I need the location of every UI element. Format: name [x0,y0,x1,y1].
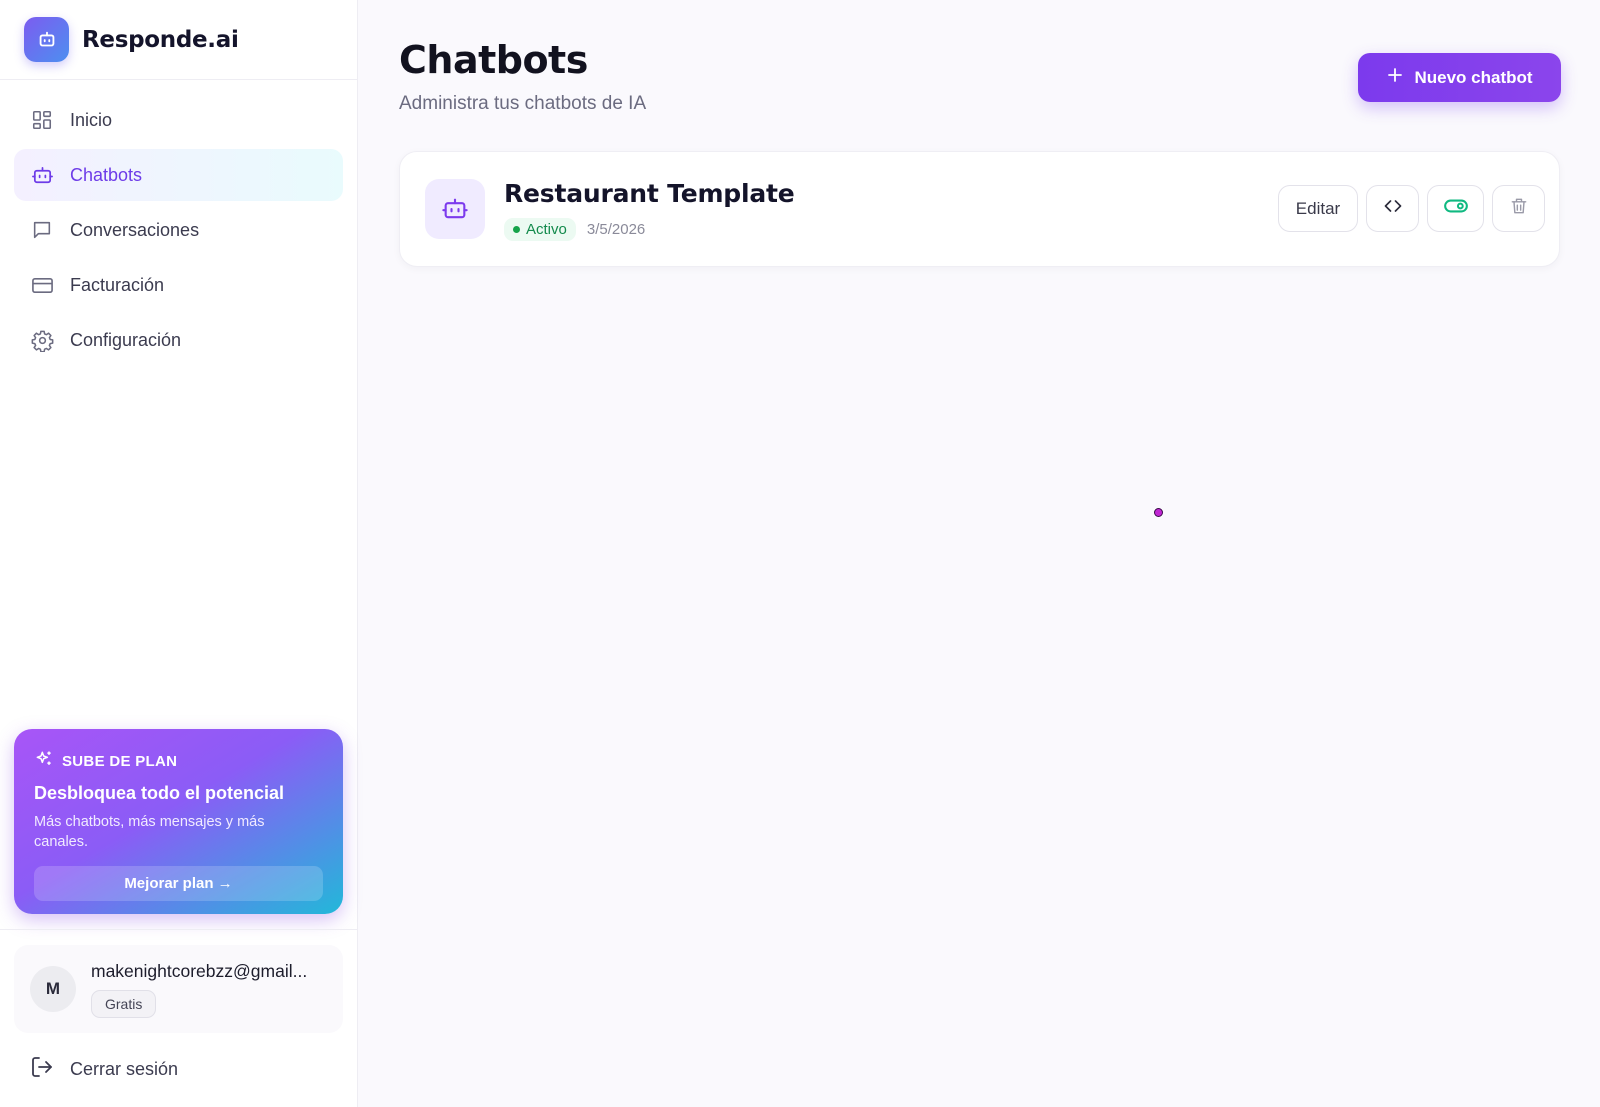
page-subtitle: Administra tus chatbots de IA [399,93,647,114]
brand-name: Responde.ai [82,26,239,53]
upgrade-promo-card: SUBE DE PLAN Desbloquea todo el potencia… [14,729,343,914]
sidebar-item-chatbots[interactable]: Chatbots [14,149,343,201]
status-dot-icon [513,226,520,233]
sidebar-nav: Inicio Chatbots Conversaciones Facturaci… [0,80,357,366]
delete-button[interactable] [1492,185,1545,232]
sidebar-item-facturacion[interactable]: Facturación [14,259,343,311]
logout-button[interactable]: Cerrar sesión [30,1055,178,1084]
user-card[interactable]: M makenightcorebzz@gmail... Gratis [14,945,343,1033]
status-badge: Activo [504,218,576,241]
main-content: Chatbots Administra tus chatbots de IA N… [358,0,1600,1107]
sidebar-item-conversaciones[interactable]: Conversaciones [14,204,343,256]
embed-code-button[interactable] [1366,185,1419,232]
new-chatbot-button[interactable]: Nuevo chatbot [1358,53,1561,102]
edit-button[interactable]: Editar [1278,185,1358,232]
sidebar-item-label: Configuración [70,329,182,350]
upgrade-plan-button[interactable]: Mejorar plan → [34,866,323,901]
code-icon [1383,196,1403,221]
message-icon [30,218,54,242]
toggle-on-icon [1443,193,1469,224]
sidebar-item-label: Facturación [70,274,165,295]
sidebar: Responde.ai Inicio Chatbots Conversacion… [0,0,358,1107]
avatar: M [30,966,76,1012]
bot-icon [425,179,485,239]
promo-description: Más chatbots, más mensajes y más canales… [34,814,265,850]
sidebar-item-label: Chatbots [70,164,143,185]
sidebar-item-label: Conversaciones [70,219,200,240]
sparkles-icon [34,749,54,773]
brand[interactable]: Responde.ai [0,0,357,80]
sidebar-item-inicio[interactable]: Inicio [14,94,343,146]
active-toggle-button[interactable] [1427,185,1484,232]
chatbot-name: Restaurant Template [504,179,795,208]
trash-icon [1509,196,1529,221]
logout-icon [30,1055,54,1084]
cursor-indicator [1154,508,1163,517]
gear-icon [30,328,54,352]
user-email: makenightcorebzz@gmail... [91,960,308,981]
chatbot-date: 3/5/2026 [586,221,646,238]
plus-icon [1386,66,1404,89]
divider [0,929,358,930]
sidebar-item-label: Inicio [70,109,113,130]
promo-eyebrow: SUBE DE PLAN [34,749,323,773]
bot-icon [24,17,69,62]
promo-title: Desbloquea todo el potencial [34,783,285,803]
bot-icon [30,163,54,187]
plan-badge: Gratis [91,989,157,1018]
credit-card-icon [30,273,54,297]
page-title: Chatbots [399,38,588,82]
grid-icon [30,108,54,132]
chatbot-card[interactable]: Restaurant Template Activo 3/5/2026 Edit… [399,151,1560,267]
sidebar-item-configuracion[interactable]: Configuración [14,314,343,366]
